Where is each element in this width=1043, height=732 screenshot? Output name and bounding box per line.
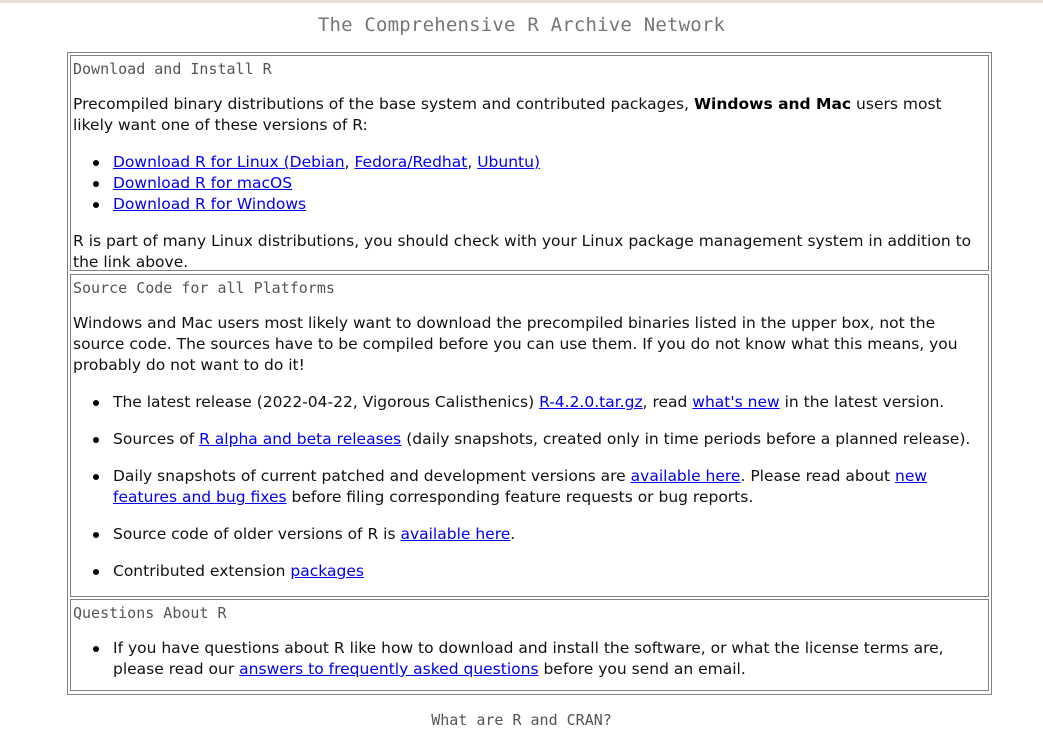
packages-link[interactable]: packages [290,562,364,580]
windows-mac-bold: Windows and Mac [693,95,852,113]
download-section-title: Download and Install R [73,60,272,78]
daily-available-link[interactable]: available here [631,467,741,485]
linux-note: R is part of many Linux distributions, y… [73,232,972,271]
bullet-icon [93,646,99,652]
bullet-icon [93,160,99,166]
alpha-beta-link[interactable]: R alpha and beta releases [199,430,401,448]
list-item-alpha: Sources of R alpha and beta releases (da… [71,429,984,450]
bullet-icon [93,181,99,187]
top-border [0,0,1043,3]
ubuntu-link[interactable]: Ubuntu [477,153,534,171]
download-windows-link[interactable]: Download R for Windows [113,195,306,213]
list-item-windows: Download R for Windows [71,194,984,215]
older-available-link[interactable]: available here [400,525,510,543]
download-linux-link[interactable]: Download R for Linux [113,153,279,171]
bullet-icon [93,437,99,443]
download-intro: Precompiled binary distributions of the … [73,95,942,134]
questions-section: Questions About R If you have questions … [70,599,989,691]
debian-link[interactable]: Debian [290,153,345,171]
source-intro: Windows and Mac users most likely want t… [73,314,958,374]
list-item-macos: Download R for macOS [71,173,984,194]
bullet-icon [93,532,99,538]
list-item-latest: The latest release (2022-04-22, Vigorous… [71,392,984,413]
list-item-older: Source code of older versions of R is av… [71,524,984,545]
list-item-linux: Download R for Linux (Debian, Fedora/Red… [71,152,984,173]
page-title: The Comprehensive R Archive Network [317,14,726,36]
bullet-icon [93,202,99,208]
list-item-daily: Daily snapshots of current patched and d… [71,466,984,508]
list-item-faq: If you have questions about R like how t… [71,638,984,680]
bullet-icon [93,474,99,480]
faq-link[interactable]: answers to frequently asked questions [239,660,538,678]
source-section-title: Source Code for all Platforms [73,279,335,297]
fedora-link[interactable]: Fedora/Redhat [354,153,467,171]
bullet-icon [93,400,99,406]
linux-paren-close[interactable]: ) [534,153,540,171]
whats-new-link[interactable]: what's new [692,393,779,411]
bullet-icon [93,569,99,575]
source-section: Source Code for all Platforms Windows an… [70,274,989,597]
footer-heading: What are R and CRAN? [431,711,612,729]
linux-paren-open[interactable]: ( [279,153,290,171]
main-table: Download and Install R Precompiled binar… [67,52,992,695]
latest-release-link[interactable]: R-4.2.0.tar.gz [539,393,643,411]
questions-section-title: Questions About R [73,604,227,622]
download-section: Download and Install R Precompiled binar… [70,55,989,271]
download-macos-link[interactable]: Download R for macOS [113,174,292,192]
list-item-contrib: Contributed extension packages [71,561,984,582]
